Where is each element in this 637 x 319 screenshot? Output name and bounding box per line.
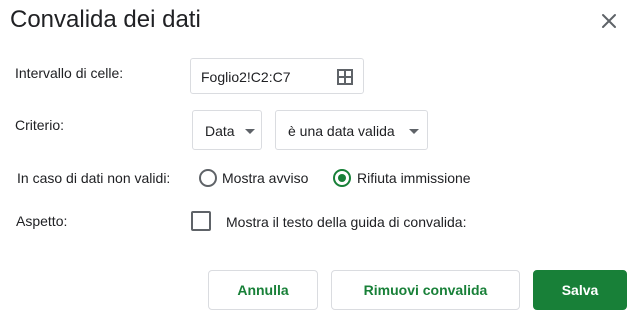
chevron-down-icon [409,129,419,134]
grid-select-icon[interactable] [337,69,353,85]
radio-selected-dot [338,174,346,182]
close-icon[interactable] [598,10,620,32]
criteria-type-value: Data [205,123,235,139]
save-button[interactable]: Salva [533,270,627,310]
criteria-label: Criterio: [15,117,65,133]
radio-reject-input-label[interactable]: Rifiuta immissione [357,170,471,186]
radio-reject-input[interactable] [333,169,351,187]
chevron-down-icon [245,129,255,134]
radio-show-warning-label[interactable]: Mostra avviso [222,170,308,186]
help-text-checkbox[interactable] [191,211,211,231]
criteria-condition-value: è una data valida [288,123,395,139]
help-text-checkbox-label[interactable]: Mostra il testo della guida di convalida… [226,214,466,230]
appearance-label: Aspetto: [16,213,68,229]
radio-show-warning[interactable] [199,169,217,187]
dialog-title: Convalida dei dati [10,6,201,33]
cancel-button[interactable]: Annulla [208,270,318,310]
criteria-type-select[interactable]: Data [192,110,262,150]
invalid-data-label: In caso di dati non validi: [17,170,171,186]
remove-validation-button[interactable]: Rimuovi convalida [331,270,520,310]
range-label: Intervallo di celle: [15,65,124,81]
criteria-condition-select[interactable]: è una data valida [275,110,428,150]
range-input[interactable]: Foglio2!C2:C7 [190,58,364,94]
range-value: Foglio2!C2:C7 [201,69,291,85]
